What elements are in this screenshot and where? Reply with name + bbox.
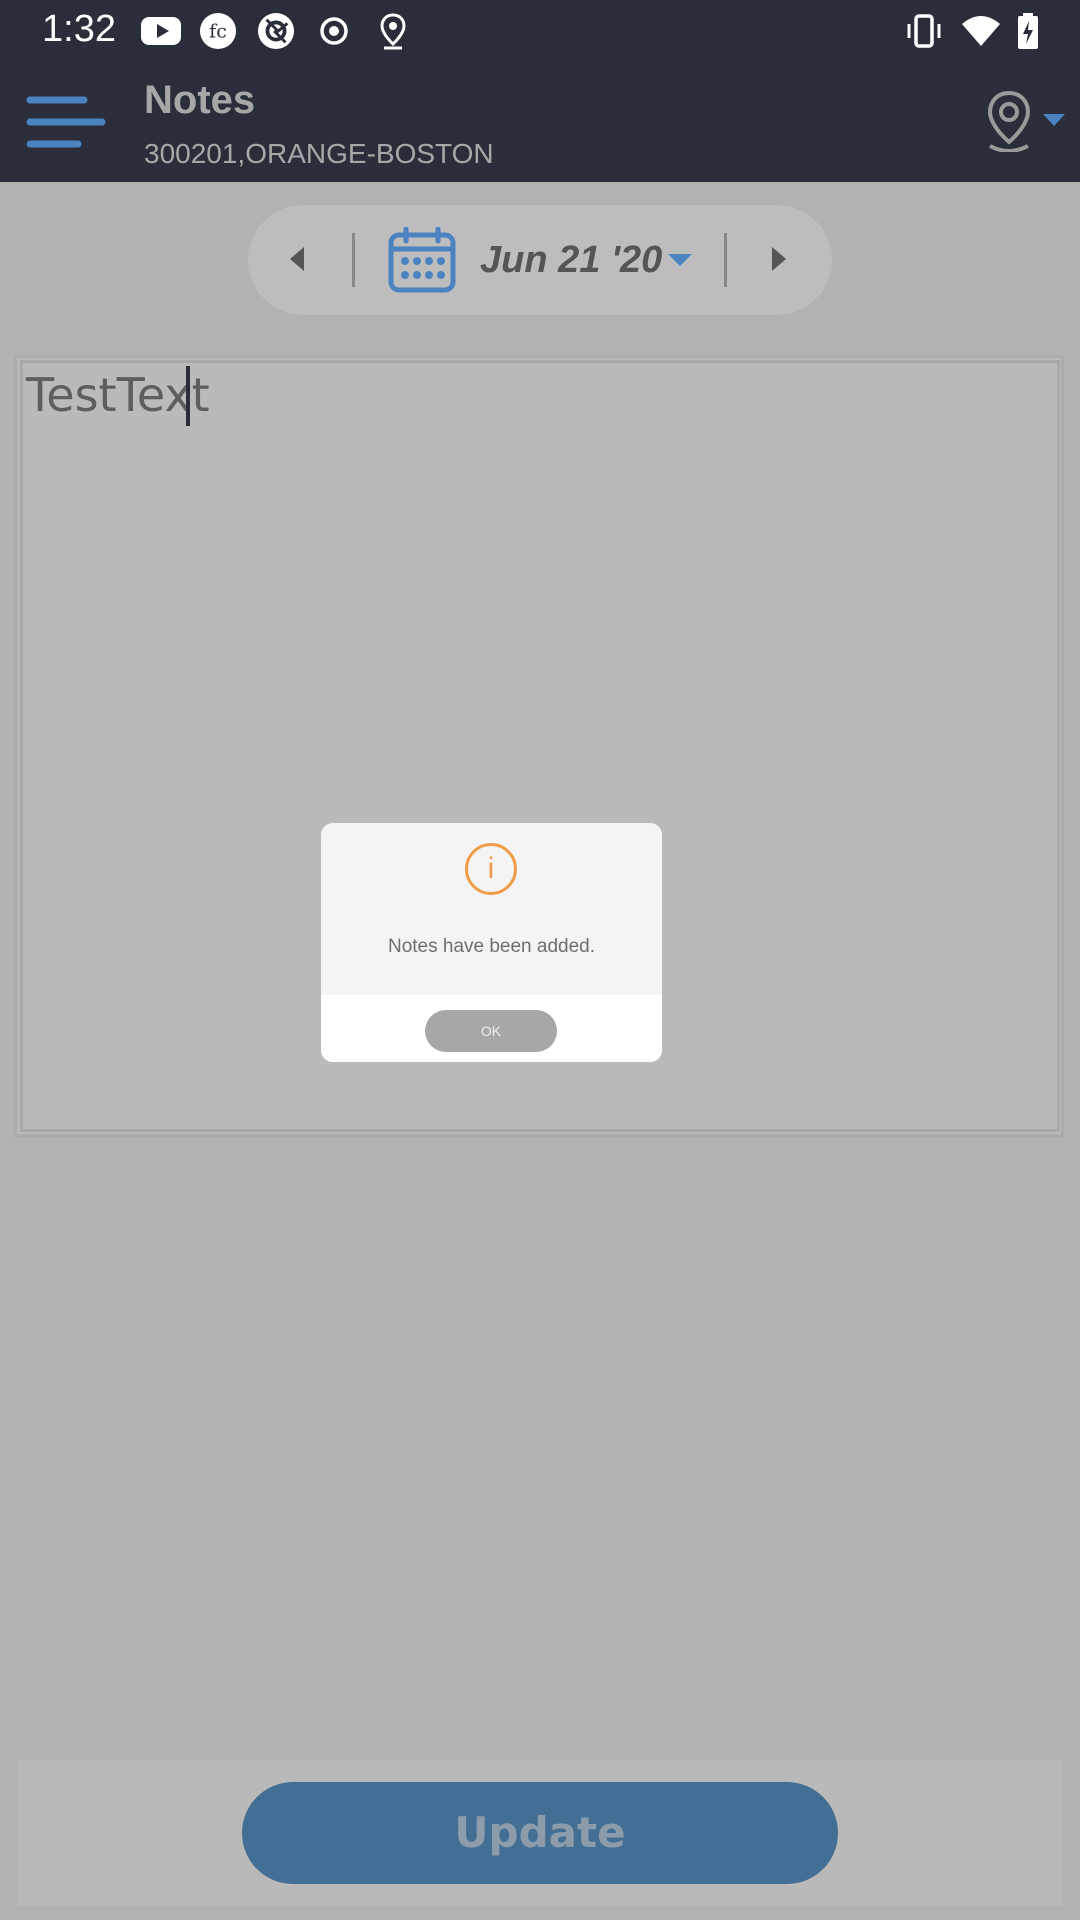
vibrate-icon xyxy=(907,14,941,48)
battery-charging-icon xyxy=(1018,13,1038,49)
page-title: Notes xyxy=(144,78,256,122)
notes-added-dialog: i Notes have been added. OK xyxy=(321,823,662,1062)
date-selector: Jun 21 '20 xyxy=(248,205,832,315)
wifi-icon xyxy=(962,16,1000,46)
record-icon xyxy=(320,17,348,45)
chevron-down-icon[interactable] xyxy=(668,254,692,268)
page-subtitle: 300201,ORANGE-BOSTON xyxy=(144,138,494,169)
svg-text:fc: fc xyxy=(209,21,227,43)
date-label[interactable]: Jun 21 '20 xyxy=(480,239,662,282)
location-pin-icon xyxy=(380,13,406,50)
text-cursor xyxy=(186,366,190,426)
prev-date-button[interactable] xyxy=(288,245,308,273)
location-pin-icon xyxy=(987,90,1031,152)
chevron-down-icon xyxy=(1043,114,1065,126)
divider xyxy=(724,233,727,287)
ok-button[interactable]: OK xyxy=(425,1010,557,1052)
location-selector[interactable] xyxy=(980,90,1070,160)
divider xyxy=(352,233,355,287)
calendar-icon[interactable] xyxy=(388,227,456,293)
info-icon: i xyxy=(465,843,517,895)
youtube-icon xyxy=(141,17,181,45)
hamburger-menu-icon[interactable] xyxy=(26,96,106,150)
dialog-message: Notes have been added. xyxy=(387,936,596,957)
notes-text: TestText xyxy=(26,368,210,422)
app-bar: Notes 300201,ORANGE-BOSTON xyxy=(0,62,1080,182)
status-bar: 1:32 fc xyxy=(0,0,1080,62)
next-date-button[interactable] xyxy=(768,245,788,273)
fc-icon: fc xyxy=(199,12,237,50)
update-button[interactable]: Update xyxy=(242,1782,838,1884)
status-time: 1:32 xyxy=(42,8,116,50)
camera-shutter-icon xyxy=(257,12,295,50)
